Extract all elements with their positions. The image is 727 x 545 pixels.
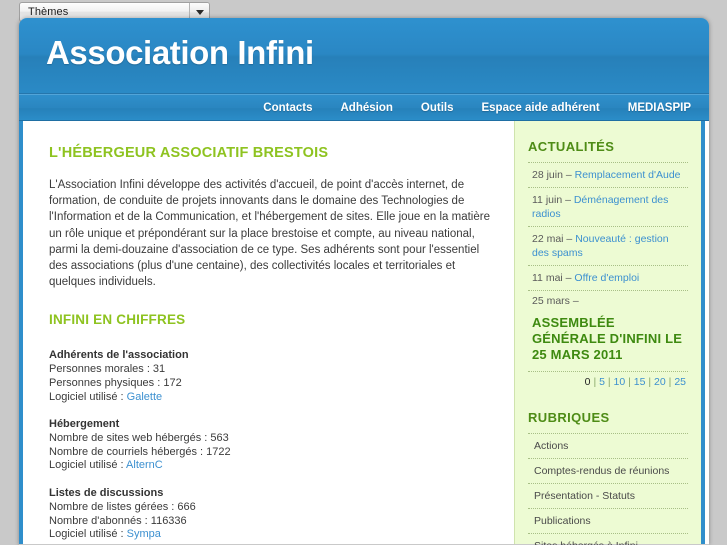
news-date: 28 juin – bbox=[532, 169, 575, 181]
news-item[interactable]: 11 juin – Déménagement des radios bbox=[528, 188, 688, 227]
nav-item-outils[interactable]: Outils bbox=[407, 102, 468, 114]
stat-heading: Hébergement bbox=[49, 418, 120, 431]
stat-software-label: Logiciel utilisé : bbox=[49, 390, 127, 403]
news-date: 11 mai – bbox=[532, 272, 575, 284]
news-item-featured[interactable]: 25 mars – ASSEMBLÉE GÉNÉRALE D'INFINI LE… bbox=[528, 291, 688, 372]
news-link[interactable]: Offre d'emploi bbox=[574, 272, 639, 284]
nav-item-espace-aide-adherent[interactable]: Espace aide adhérent bbox=[467, 102, 613, 114]
sidebar-heading-actualites: ACTUALITÉS bbox=[528, 139, 615, 154]
stat-line: Nombre de courriels hébergés : 1722 bbox=[49, 445, 231, 458]
news-list: 28 juin – Remplacement d'Aude 11 juin – … bbox=[528, 162, 688, 372]
software-link-sympa[interactable]: Sympa bbox=[127, 528, 161, 540]
software-link-alternc[interactable]: AlternC bbox=[126, 459, 163, 471]
news-pagination: 0 | 5 | 10 | 15 | 20 | 25 bbox=[528, 372, 688, 388]
pager-link-15[interactable]: 15 bbox=[634, 376, 646, 388]
main-heading: L'HÉBERGEUR ASSOCIATIF BRESTOIS bbox=[49, 145, 329, 161]
stat-heading: Adhérents de l'association bbox=[49, 349, 189, 362]
intro-paragraph: L'Association Infini développe des activ… bbox=[49, 179, 490, 289]
nav-item-mediaspip[interactable]: MEDIASPIP bbox=[614, 102, 696, 114]
nav-item-adhesion[interactable]: Adhésion bbox=[327, 102, 407, 114]
news-date: 25 mars – bbox=[532, 295, 579, 307]
pager-link-5[interactable]: 5 bbox=[599, 376, 605, 388]
stat-line: Nombre d'abonnés : 116336 bbox=[49, 514, 187, 527]
stat-software-label: Logiciel utilisé : bbox=[49, 459, 127, 472]
sidebar-heading-rubriques: RUBRIQUES bbox=[528, 410, 610, 425]
news-date: 11 juin – bbox=[532, 194, 574, 206]
pager-separator: | bbox=[648, 376, 652, 388]
news-item[interactable]: 28 juin – Remplacement d'Aude bbox=[528, 163, 688, 188]
stat-heading: Listes de discussions bbox=[49, 486, 164, 499]
stat-software-line: Logiciel utilisé : Galette bbox=[49, 391, 492, 405]
site-banner: Association Infini bbox=[19, 18, 709, 94]
stat-block-listes: Listes de discussions Nombre de listes g… bbox=[49, 487, 492, 542]
rubriques-section: RUBRIQUES Actions Comptes-rendus de réun… bbox=[528, 410, 688, 545]
stat-software-line: Logiciel utilisé : Sympa bbox=[49, 528, 492, 542]
theme-select-value: Thèmes bbox=[28, 6, 69, 18]
stat-line: Nombre de listes gérées : 666 bbox=[49, 500, 196, 513]
rubrique-item-presentation-statuts[interactable]: Présentation - Statuts bbox=[528, 484, 688, 509]
stats-heading: INFINI EN CHIFFRES bbox=[49, 312, 186, 328]
stat-line: Nombre de sites web hébergés : 563 bbox=[49, 432, 229, 445]
page-shell: Association Infini Contacts Adhésion Out… bbox=[19, 18, 709, 545]
news-date: 22 mai – bbox=[532, 233, 576, 245]
rubrique-item-actions[interactable]: Actions bbox=[528, 434, 688, 459]
pager-link-25[interactable]: 25 bbox=[674, 376, 686, 388]
pager-link-10[interactable]: 10 bbox=[614, 376, 626, 388]
news-item[interactable]: 11 mai – Offre d'emploi bbox=[528, 266, 688, 291]
stat-line: Personnes morales : 31 bbox=[49, 363, 166, 376]
stat-software-line: Logiciel utilisé : AlternC bbox=[49, 459, 492, 473]
main-content: L'HÉBERGEUR ASSOCIATIF BRESTOIS L'Associ… bbox=[19, 121, 514, 544]
rubriques-list: Actions Comptes-rendus de réunions Prése… bbox=[528, 433, 688, 545]
content-columns: L'HÉBERGEUR ASSOCIATIF BRESTOIS L'Associ… bbox=[19, 121, 709, 545]
rubrique-item-publications[interactable]: Publications bbox=[528, 509, 688, 534]
pager-current: 0 bbox=[584, 376, 591, 388]
pager-separator: | bbox=[607, 376, 611, 388]
page-title: Association Infini bbox=[46, 34, 314, 71]
rubrique-item-comptes-rendus[interactable]: Comptes-rendus de réunions bbox=[528, 459, 688, 484]
stat-line: Personnes physiques : 172 bbox=[49, 377, 182, 390]
pager-separator: | bbox=[628, 376, 631, 388]
pager-separator: | bbox=[668, 376, 672, 388]
stat-block-hebergement: Hébergement Nombre de sites web hébergés… bbox=[49, 418, 492, 473]
pager-link-20[interactable]: 20 bbox=[654, 376, 666, 388]
main-navigation: Contacts Adhésion Outils Espace aide adh… bbox=[19, 94, 709, 121]
sidebar: ACTUALITÉS 28 juin – Remplacement d'Aude… bbox=[514, 121, 705, 545]
rubrique-item-sites-heberges[interactable]: Sites hébergés à Infini bbox=[528, 534, 688, 545]
stat-block-adherents: Adhérents de l'association Personnes mor… bbox=[49, 349, 492, 404]
pager-separator: | bbox=[593, 376, 597, 388]
stat-software-label: Logiciel utilisé : bbox=[49, 528, 127, 541]
news-item[interactable]: 22 mai – Nouveauté : gestion des spams bbox=[528, 227, 688, 266]
software-link-galette[interactable]: Galette bbox=[127, 391, 162, 403]
nav-item-contacts[interactable]: Contacts bbox=[249, 102, 326, 114]
news-headline[interactable]: ASSEMBLÉE GÉNÉRALE D'INFINI LE 25 MARS 2… bbox=[532, 315, 686, 363]
news-link[interactable]: Remplacement d'Aude bbox=[575, 169, 681, 181]
